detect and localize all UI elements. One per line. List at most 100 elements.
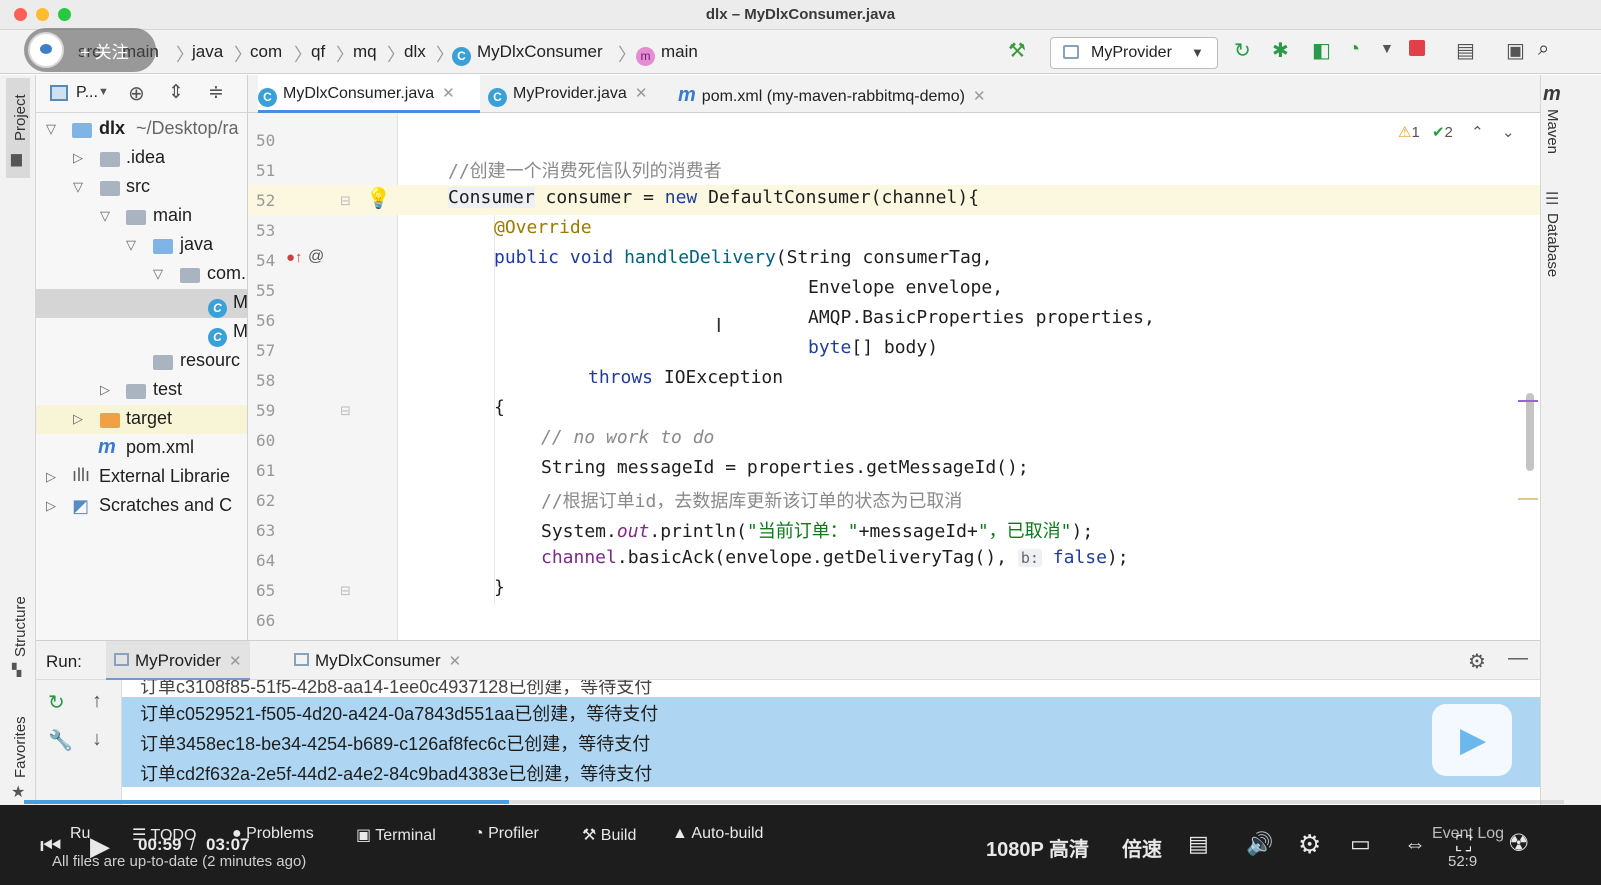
profile-icon[interactable]: ◔: [1348, 38, 1360, 61]
tree-item-target[interactable]: ▷ target: [36, 405, 247, 434]
quality-select[interactable]: 1080P 高清: [986, 833, 1089, 862]
widescreen-icon[interactable]: ⇔: [1404, 831, 1426, 857]
fold-icon[interactable]: ⊟: [340, 403, 351, 419]
tree-label: resourc: [180, 350, 241, 370]
follow-overlay[interactable]: + 关注: [24, 28, 156, 72]
breadcrumb-com[interactable]: com: [250, 42, 282, 62]
tab-myprovider[interactable]: C MyProvider.java ✕: [488, 75, 647, 113]
tree-item-test[interactable]: ▷ test: [36, 376, 247, 405]
fullscreen-icon[interactable]: ⛶: [1456, 831, 1471, 857]
annotation-icon: @: [308, 248, 325, 265]
close-icon[interactable]: ✕: [229, 653, 242, 670]
stop-icon[interactable]: [1409, 40, 1425, 56]
collapse-all-icon[interactable]: ≑: [208, 81, 224, 104]
chevron-down-icon[interactable]: ▽: [73, 179, 83, 195]
tab-mydlxconsumer[interactable]: C MyDlxConsumer.java ✕: [258, 75, 480, 113]
tree-item-class-selected[interactable]: C M: [36, 289, 247, 318]
chevron-down-icon[interactable]: ⌄: [1502, 124, 1515, 141]
chevron-right-icon[interactable]: ▷: [46, 498, 56, 514]
debug-icon[interactable]: ✱: [1272, 38, 1289, 63]
tree-item-external-libraries[interactable]: ▷ ıllı External Librarie: [36, 463, 247, 492]
tool-terminal[interactable]: ▣ Terminal: [356, 825, 436, 845]
folder-icon: [126, 208, 146, 229]
play-icon[interactable]: ▶: [90, 831, 110, 862]
chevron-right-icon[interactable]: ▷: [73, 150, 83, 166]
chevron-right-icon[interactable]: ▷: [46, 469, 56, 485]
project-view-label[interactable]: P...: [76, 84, 98, 102]
expand-all-icon[interactable]: ⇕: [168, 81, 184, 104]
wrench-icon[interactable]: 🔧: [48, 728, 73, 753]
breadcrumb-dlx[interactable]: dlx: [404, 42, 426, 62]
code-editor[interactable]: ⚠1 ✔2 ⌃ ⌄ //创建一个消费死信队列的消费者 Consumer cons…: [398, 113, 1540, 640]
tree-item-java[interactable]: ▽ java: [36, 231, 247, 260]
favorites-tool-label[interactable]: Favorites: [12, 716, 29, 778]
speed-select[interactable]: 倍速: [1122, 833, 1162, 862]
database-tool-label[interactable]: Database: [1544, 213, 1561, 277]
previous-icon[interactable]: ⏮: [40, 833, 62, 861]
scrollbar-thumb[interactable]: [1526, 393, 1534, 471]
gear-icon[interactable]: ⚙: [1468, 649, 1486, 674]
chevron-right-icon[interactable]: ▷: [100, 382, 110, 398]
tool-auto-build[interactable]: ▲ Auto-build: [672, 825, 763, 843]
chevron-up-icon[interactable]: ⌃: [1471, 124, 1484, 141]
chevron-down-icon[interactable]: ▽: [153, 266, 163, 282]
radiation-icon[interactable]: ☢: [1508, 829, 1530, 858]
project-tool-label[interactable]: Project: [12, 94, 29, 141]
chevron-down-icon[interactable]: ▼: [98, 86, 109, 98]
maven-tool-label[interactable]: Maven: [1544, 109, 1561, 154]
close-icon[interactable]: ✕: [449, 653, 462, 670]
console-output[interactable]: 订单c3108f85-51f5-42b8-aa14-1ee0c4937128已创…: [122, 680, 1540, 805]
tree-item-com[interactable]: ▽ com.: [36, 260, 247, 289]
breadcrumb-class[interactable]: C MyDlxConsumer: [452, 42, 603, 66]
run-tab-mydlxconsumer[interactable]: MyDlxConsumer ✕: [286, 641, 469, 681]
tool-build[interactable]: ⚒ Build: [582, 825, 636, 845]
locate-icon[interactable]: ⊕: [128, 81, 145, 106]
volume-icon[interactable]: 🔊: [1246, 831, 1273, 857]
chevron-down-icon[interactable]: ▽: [100, 208, 110, 224]
picture-in-picture-icon[interactable]: ▭: [1350, 831, 1371, 857]
close-icon[interactable]: ✕: [973, 88, 986, 105]
arrow-up-icon[interactable]: ↑: [92, 690, 102, 713]
chevron-down-icon[interactable]: ▼: [1380, 40, 1394, 56]
search-icon[interactable]: ⌕: [1538, 38, 1549, 61]
breadcrumb-qf[interactable]: qf: [311, 42, 325, 62]
chevron-down-icon[interactable]: ▽: [126, 237, 136, 253]
tree-item-resources[interactable]: resourc: [36, 347, 247, 376]
tool-profiler[interactable]: ◔ Profiler: [474, 825, 539, 843]
inspection-widget[interactable]: ⚠1 ✔2 ⌃ ⌄: [1398, 123, 1514, 141]
layout-icon[interactable]: ▣: [1506, 38, 1525, 63]
close-icon[interactable]: ✕: [442, 85, 455, 102]
coverage-icon[interactable]: ◧: [1312, 38, 1331, 63]
subtitle-icon[interactable]: ▤: [1188, 831, 1209, 857]
fold-icon[interactable]: ⊟: [340, 193, 351, 209]
tree-item-pom[interactable]: m pom.xml: [36, 434, 247, 463]
fold-icon[interactable]: ⊟: [340, 583, 351, 599]
tab-pom[interactable]: m pom.xml (my-maven-rabbitmq-demo) ✕: [678, 75, 986, 113]
run-tab-myprovider[interactable]: MyProvider ✕: [106, 641, 250, 681]
tree-item-class[interactable]: C M: [36, 318, 247, 347]
tree-item-scratches[interactable]: ▷ ◩ Scratches and C: [36, 492, 247, 521]
chevron-right-icon[interactable]: ▷: [73, 411, 83, 427]
tree-item-src[interactable]: ▽ src: [36, 173, 247, 202]
rerun-icon[interactable]: ↻: [1234, 38, 1251, 63]
arrow-down-icon[interactable]: ↓: [92, 728, 102, 751]
breadcrumb-mq[interactable]: mq: [353, 42, 377, 62]
tool-run[interactable]: Ru: [70, 825, 90, 843]
run-configuration-select[interactable]: MyProvider ▼: [1050, 37, 1218, 69]
settings-icon[interactable]: ⚙: [1298, 829, 1321, 860]
tree-item-idea[interactable]: ▷ .idea: [36, 144, 247, 173]
tree-item-dlx[interactable]: ▽ dlx ~/Desktop/ra: [36, 115, 247, 144]
override-icon[interactable]: ●↑: [286, 249, 303, 266]
rerun-icon[interactable]: ↻: [48, 690, 65, 715]
breadcrumb-java[interactable]: java: [192, 42, 223, 62]
chevron-down-icon[interactable]: ▽: [46, 121, 56, 137]
structure-tool-label[interactable]: Structure: [12, 596, 29, 657]
project-structure-icon[interactable]: ▤: [1456, 38, 1475, 63]
close-icon[interactable]: ✕: [635, 85, 648, 102]
lightbulb-icon[interactable]: 💡: [366, 186, 391, 211]
breadcrumb-method[interactable]: m main: [636, 42, 698, 66]
tree-label: java: [180, 234, 214, 254]
tree-item-main[interactable]: ▽ main: [36, 202, 247, 231]
build-hammer-icon[interactable]: ⚒: [1008, 38, 1026, 63]
hide-panel-icon[interactable]: —: [1508, 647, 1528, 670]
